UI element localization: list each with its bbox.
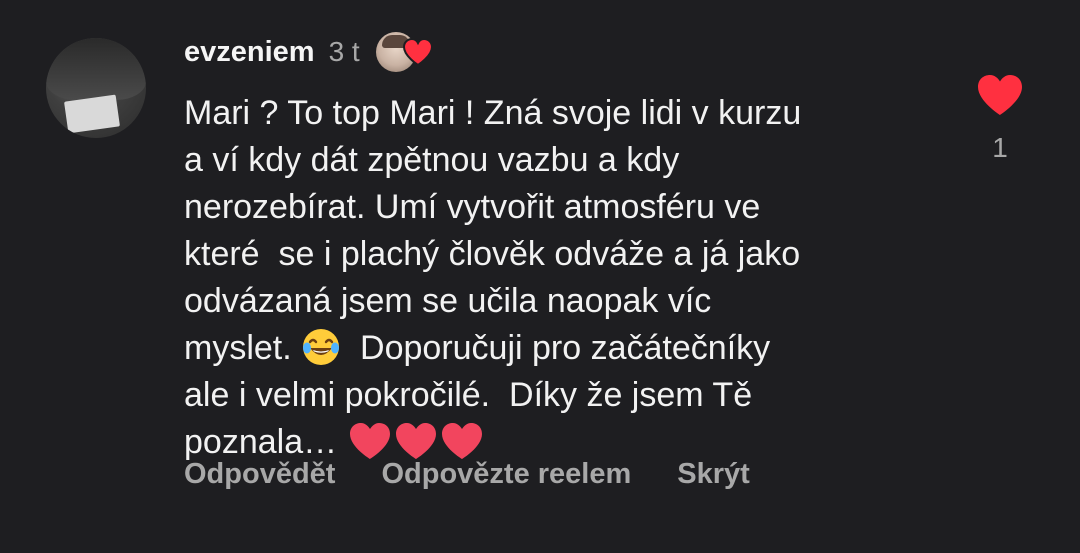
comment-text: Mari ? To top Mari ! Zná svoje lidi v ku… bbox=[184, 90, 944, 466]
user-avatar[interactable] bbox=[46, 38, 146, 138]
comment-line: Mari ? To top Mari ! Zná svoje lidi v ku… bbox=[184, 94, 802, 132]
avatar-shadow bbox=[46, 38, 146, 100]
comment-fragment: myslet. bbox=[184, 329, 292, 367]
comment-line: nerozebírat. Umí vytvořit atmosféru ve bbox=[184, 188, 761, 226]
comment-line-with-emoji: myslet. Doporučuji pro začátečníky bbox=[184, 325, 944, 372]
face-with-tears-of-joy-emoji bbox=[303, 329, 340, 365]
reply-button[interactable]: Odpovědět bbox=[184, 458, 335, 491]
reply-with-reel-button[interactable]: Odpovězte reelem bbox=[381, 458, 631, 491]
avatar-paper bbox=[64, 94, 120, 134]
comment-line: které se i plachý člověk odváže a já jak… bbox=[184, 235, 801, 273]
hide-button[interactable]: Skrýt bbox=[677, 458, 750, 491]
comment-actions: Odpovědět Odpovězte reelem Skrýt bbox=[184, 452, 796, 496]
comment-time: 3 t bbox=[328, 36, 360, 67]
comment-fragment: Doporučuji pro začátečníky bbox=[360, 329, 771, 367]
comment-line: a ví kdy dát zpětnou vazbu a kdy bbox=[184, 141, 680, 179]
username[interactable]: evzeniem bbox=[184, 36, 315, 69]
comment-header: evzeniem 3 t bbox=[184, 30, 434, 74]
comment-line: ale i velmi pokročilé. Díky že jsem Tě bbox=[184, 376, 753, 414]
comment-line: odvázaná jsem se učila naopak víc bbox=[184, 282, 712, 320]
creator-liked-heart-icon bbox=[372, 30, 434, 74]
heart-icon[interactable] bbox=[975, 72, 1025, 118]
like-count[interactable]: 1 bbox=[980, 132, 1020, 164]
mini-heart-icon bbox=[402, 37, 433, 67]
